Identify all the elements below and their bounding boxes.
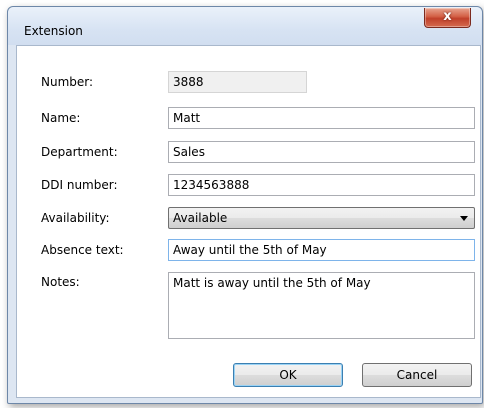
window-title: Extension xyxy=(24,24,83,38)
availability-dropdown[interactable]: Available xyxy=(168,207,475,229)
name-field[interactable]: Matt xyxy=(168,107,475,129)
close-button[interactable]: x xyxy=(424,8,471,28)
cancel-button[interactable]: Cancel xyxy=(362,363,472,387)
ok-button[interactable]: OK xyxy=(233,363,343,387)
absence-text-field[interactable]: Away until the 5th of May xyxy=(168,239,475,261)
number-label: Number: xyxy=(41,75,94,89)
title-bar[interactable]: Extension x xyxy=(8,7,482,45)
extension-dialog: Extension x Number: 3888 Name: Matt Depa… xyxy=(7,6,483,404)
close-icon: x xyxy=(443,9,452,24)
absence-text-label: Absence text: xyxy=(41,243,124,257)
department-field[interactable]: Sales xyxy=(168,141,475,163)
department-label: Department: xyxy=(41,145,118,159)
notes-label: Notes: xyxy=(41,275,80,289)
number-field: 3888 xyxy=(168,71,307,93)
ddi-number-label: DDI number: xyxy=(41,178,118,192)
availability-label: Availability: xyxy=(41,211,110,225)
availability-selected-value: Available xyxy=(173,211,228,225)
dialog-body: Number: 3888 Name: Matt Department: Sale… xyxy=(16,45,481,398)
ddi-number-field[interactable]: 1234563888 xyxy=(168,174,475,196)
name-label: Name: xyxy=(41,111,81,125)
notes-textarea[interactable]: Matt is away until the 5th of May xyxy=(168,272,475,339)
chevron-down-icon xyxy=(460,216,468,221)
